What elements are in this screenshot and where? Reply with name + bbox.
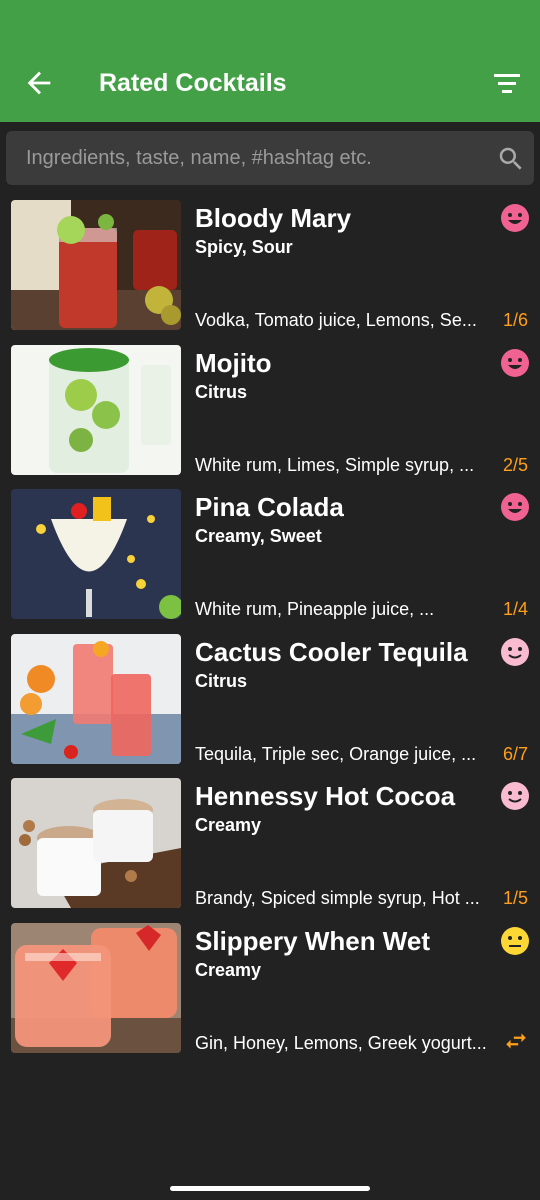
app-bar: Rated Cocktails	[0, 0, 540, 122]
arrow-back-icon[interactable]	[22, 66, 56, 100]
smiling-face-icon	[501, 782, 529, 810]
list-item[interactable]: Hennessy Hot Cocoa Creamy Brandy, Spiced…	[0, 777, 540, 911]
cocktail-name: Pina Colada	[195, 492, 344, 522]
ingredient-counter: 1/6	[502, 310, 528, 330]
swap-icon[interactable]	[503, 1028, 529, 1054]
ingredient-counter: 1/4	[502, 599, 528, 619]
cocktail-image	[11, 345, 181, 475]
ingredient-counter: 1/5	[502, 888, 528, 908]
cocktail-image	[11, 923, 181, 1053]
cocktail-taste: Creamy	[195, 815, 262, 835]
cocktail-ingredients: White rum, Pineapple juice, ...	[195, 599, 435, 619]
home-indicator[interactable]	[170, 1186, 370, 1191]
ingredient-counter: 2/5	[502, 455, 528, 475]
cocktail-ingredients: Tequila, Triple sec, Orange juice, ...	[195, 744, 477, 764]
cocktail-ingredients: Gin, Honey, Lemons, Greek yogurt...	[195, 1033, 487, 1053]
cocktail-image	[11, 778, 181, 908]
cocktail-image	[11, 634, 181, 764]
cocktail-ingredients: Brandy, Spiced simple syrup, Hot ...	[195, 888, 480, 908]
search-bar	[6, 131, 534, 185]
cocktail-ingredients: Vodka, Tomato juice, Lemons, Se...	[195, 310, 477, 330]
list-item[interactable]: Bloody Mary Spicy, Sour Vodka, Tomato ju…	[0, 199, 540, 333]
cocktail-taste: Spicy, Sour	[195, 237, 293, 257]
search-input[interactable]	[26, 131, 466, 185]
cocktail-ingredients: White rum, Limes, Simple syrup, ...	[195, 455, 475, 475]
cocktail-name: Mojito	[195, 348, 272, 378]
filter-list-icon[interactable]	[492, 70, 522, 96]
cocktail-name: Slippery When Wet	[195, 926, 430, 956]
cocktail-taste: Creamy, Sweet	[195, 526, 322, 546]
search-icon[interactable]	[496, 144, 526, 174]
cocktail-name: Bloody Mary	[195, 203, 352, 233]
cocktail-name: Cactus Cooler Tequila	[195, 637, 468, 667]
page-title: Rated Cocktails	[99, 69, 287, 97]
laughing-face-icon	[501, 204, 529, 232]
cocktail-image	[11, 489, 181, 619]
ingredient-counter: 6/7	[502, 744, 528, 764]
cocktail-taste: Creamy	[195, 960, 262, 980]
laughing-face-icon	[501, 349, 529, 377]
list-item[interactable]: Cactus Cooler Tequila Citrus Tequila, Tr…	[0, 633, 540, 767]
neutral-face-icon	[501, 927, 529, 955]
cocktail-taste: Citrus	[195, 382, 248, 402]
smiling-face-icon	[501, 638, 529, 666]
cocktail-taste: Citrus	[195, 671, 248, 691]
cocktail-image	[11, 200, 181, 330]
laughing-face-icon	[501, 493, 529, 521]
list-item[interactable]: Pina Colada Creamy, Sweet White rum, Pin…	[0, 488, 540, 622]
list-item[interactable]: Mojito Citrus White rum, Limes, Simple s…	[0, 344, 540, 478]
list-item[interactable]: Slippery When Wet Creamy Gin, Honey, Lem…	[0, 922, 540, 1056]
cocktail-name: Hennessy Hot Cocoa	[195, 781, 456, 811]
